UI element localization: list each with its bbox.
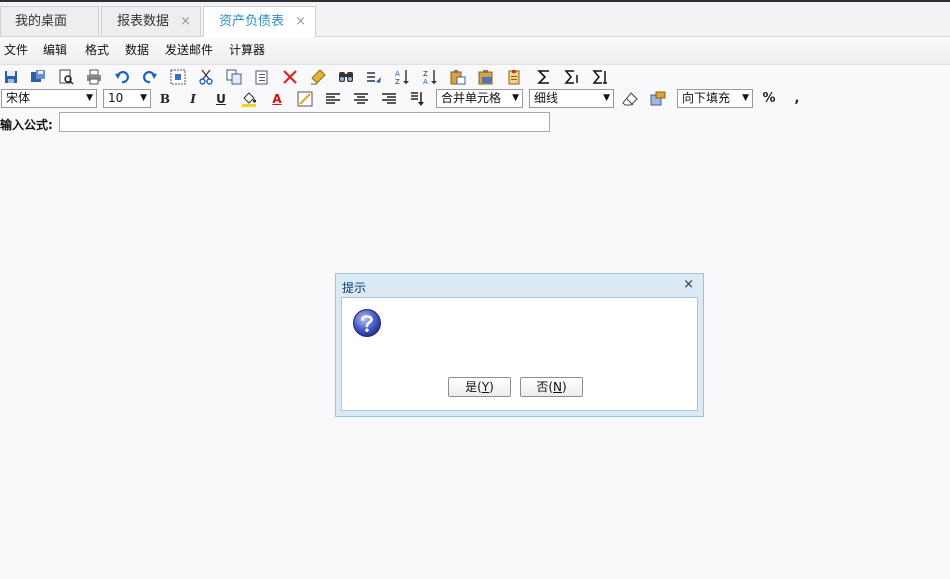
- sum-column-icon[interactable]: [592, 69, 608, 85]
- delete-icon[interactable]: [282, 69, 298, 85]
- yes-label-end: ): [489, 380, 494, 394]
- toolbar-format: 宋体 ▼ 10 ▼ B I U A 合并单元格 ▼ 细线 ▼ 向下填充 ▼ %: [0, 88, 950, 110]
- font-size-value: 10: [108, 91, 124, 105]
- clipboard-icon[interactable]: [506, 69, 522, 85]
- sum-icon[interactable]: [536, 69, 552, 85]
- save-as-icon[interactable]: [30, 69, 46, 85]
- chevron-down-icon: ▼: [512, 93, 519, 103]
- paste-special-icon[interactable]: [450, 69, 466, 85]
- merge-cells-value: 合并单元格: [441, 91, 502, 105]
- copy-icon[interactable]: [226, 69, 242, 85]
- paste-icon[interactable]: [254, 69, 270, 85]
- svg-text:A: A: [423, 78, 428, 85]
- font-size-select[interactable]: 10 ▼: [103, 89, 151, 108]
- bold-button[interactable]: B: [157, 91, 173, 107]
- tab-bar: 我的桌面 报表数据 × 资产负债表 ×: [0, 2, 950, 37]
- redo-icon[interactable]: [142, 69, 158, 85]
- percent-button[interactable]: %: [761, 91, 777, 107]
- find-icon[interactable]: [338, 69, 354, 85]
- formula-label: 输入公式:: [0, 118, 53, 132]
- sum-row-icon[interactable]: [564, 69, 580, 85]
- format-painter-icon[interactable]: [650, 91, 666, 107]
- save-icon[interactable]: [3, 69, 19, 85]
- tab-label: 我的桌面: [15, 14, 68, 29]
- no-label-end: ): [561, 380, 567, 394]
- close-icon[interactable]: ×: [180, 7, 191, 37]
- tab-label: 报表数据: [117, 14, 170, 29]
- align-right-icon[interactable]: [381, 91, 397, 107]
- close-icon[interactable]: ×: [683, 277, 694, 292]
- dialog-title: 提示: [342, 281, 367, 295]
- cut-icon[interactable]: [198, 69, 214, 85]
- menu-file[interactable]: 文件: [4, 37, 28, 64]
- question-icon: [352, 308, 382, 338]
- print-preview-icon[interactable]: [58, 69, 74, 85]
- menu-send-mail[interactable]: 发送邮件: [165, 37, 213, 64]
- formula-input[interactable]: [59, 112, 550, 132]
- border-style-select[interactable]: 细线 ▼: [529, 89, 614, 108]
- tab-desktop[interactable]: 我的桌面: [0, 6, 99, 36]
- fill-direction-select[interactable]: 向下填充 ▼: [677, 89, 753, 108]
- yes-label: 是(: [465, 380, 482, 394]
- undo-icon[interactable]: [114, 69, 130, 85]
- border-style-value: 细线: [534, 91, 559, 105]
- yes-button[interactable]: 是(Y): [448, 377, 511, 397]
- menu-format[interactable]: 格式: [85, 37, 109, 64]
- svg-text:Z: Z: [395, 78, 400, 85]
- chevron-down-icon: ▼: [86, 93, 93, 103]
- svg-text:Z: Z: [423, 70, 428, 78]
- eraser-icon[interactable]: [622, 91, 638, 107]
- align-left-icon[interactable]: [325, 91, 341, 107]
- vertical-align-icon[interactable]: [409, 91, 425, 107]
- sort-ascending-icon[interactable]: AZ: [394, 69, 410, 85]
- replace-icon[interactable]: [366, 69, 382, 85]
- prompt-dialog: 提示 × 是(Y) 否(N): [335, 273, 704, 417]
- cell-format-icon[interactable]: [297, 91, 313, 107]
- paste-values-icon[interactable]: [478, 69, 494, 85]
- chevron-down-icon: ▼: [603, 93, 610, 103]
- menu-bar: 文件 编辑 格式 数据 发送邮件 计算器: [0, 37, 950, 65]
- align-center-icon[interactable]: [353, 91, 369, 107]
- dialog-body: 是(Y) 否(N): [341, 297, 698, 411]
- chevron-down-icon: ▼: [140, 93, 147, 103]
- underline-button[interactable]: U: [213, 91, 229, 107]
- menu-calculator[interactable]: 计算器: [229, 37, 265, 64]
- italic-button[interactable]: I: [185, 91, 201, 107]
- fill-color-icon[interactable]: [241, 91, 257, 107]
- select-range-icon[interactable]: [170, 69, 186, 85]
- menu-data[interactable]: 数据: [125, 37, 149, 64]
- fill-direction-value: 向下填充: [682, 91, 731, 105]
- tab-label: 资产负债表: [219, 14, 285, 29]
- no-button[interactable]: 否(N): [520, 377, 583, 397]
- toolbar-main: AZ ZA: [0, 66, 950, 88]
- tab-balance-sheet[interactable]: 资产负债表 ×: [203, 6, 316, 37]
- clear-format-icon[interactable]: [310, 69, 326, 85]
- no-label: 否(: [536, 380, 553, 394]
- print-icon[interactable]: [86, 69, 102, 85]
- merge-cells-select[interactable]: 合并单元格 ▼: [436, 89, 523, 108]
- sort-descending-icon[interactable]: ZA: [422, 69, 438, 85]
- font-name-select[interactable]: 宋体 ▼: [1, 89, 97, 108]
- chevron-down-icon: ▼: [742, 93, 749, 103]
- font-color-button[interactable]: A: [269, 91, 285, 107]
- font-name-value: 宋体: [6, 91, 31, 105]
- svg-text:A: A: [395, 70, 400, 78]
- comma-button[interactable]: ,: [789, 91, 805, 107]
- no-shortcut-key: N: [553, 380, 562, 394]
- menu-edit[interactable]: 编辑: [43, 37, 67, 64]
- tab-report-data[interactable]: 报表数据 ×: [101, 6, 201, 36]
- close-icon[interactable]: ×: [295, 7, 306, 37]
